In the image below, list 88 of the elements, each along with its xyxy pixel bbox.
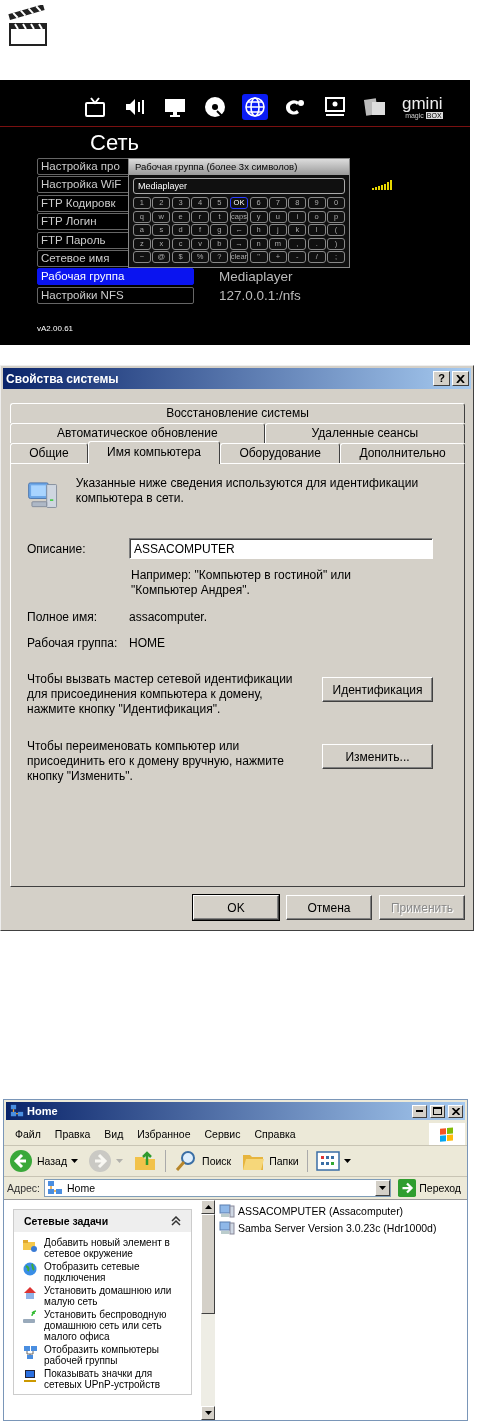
globe-icon[interactable] [242,94,268,120]
search-button[interactable]: Поиск [172,1149,234,1173]
house-icon [22,1285,38,1301]
computer-icon [219,1220,235,1236]
task-link[interactable]: Установить беспроводную домашнюю сеть или сеть малого офиса [44,1309,172,1342]
task-link[interactable]: Отобразить компьютеры рабочей группы [44,1344,172,1366]
network-icon [22,1344,38,1360]
file-name[interactable]: Samba Server Version 3.0.23c (Hdr1000d) [238,1222,437,1234]
minimize-button[interactable] [412,1104,427,1118]
network-icon [47,1180,63,1196]
instruction-text: Чтобы переименовать компьютер или присоединить его к домену вручную, нажмите кнопку "Изменить". [27,739,285,784]
menu-item[interactable]: Справка [247,1127,303,1140]
flag-icon [429,1122,465,1145]
version-label: vA2.00.61 [37,324,75,333]
screen-title: Сеть [90,129,140,157]
instruction-text: Чтобы вызвать мастер сетевой идентификации для присоединения компьютера к домену, нажмите кнопку "Идентификация". [27,672,294,717]
dialog-button[interactable]: OK [193,895,279,920]
field-value: assacomputer. [129,610,208,624]
menu-item[interactable]: Файл [8,1127,48,1140]
intro-text: Указанные ниже сведения используются для идентификации компьютера в сети. [75,476,420,506]
address-field[interactable]: Home [44,1179,392,1197]
setting-value: 127.0.0.1:/nfs [219,287,301,303]
monitor-icon [22,1368,38,1384]
panel-title: Сетевые задачи [24,1215,109,1227]
close-button[interactable] [452,371,469,386]
setting-value: Mediaplayer [219,269,293,285]
tab[interactable]: Удаленные сеансы [264,423,465,443]
arrow-icon [398,1179,417,1197]
globe-icon [22,1261,38,1277]
views-button[interactable] [313,1149,353,1173]
task-link[interactable]: Отобразить сетевые подключения [44,1261,172,1283]
field-value: HOME [129,636,165,650]
caret-up-icon [204,1205,212,1209]
window-title: Свойства системы [6,371,120,386]
close-icon [451,1107,460,1115]
computer-icon [219,1203,235,1219]
window-title: Home [27,1105,59,1117]
tab[interactable]: Восстановление системы [10,403,465,423]
minimize-icon [416,1110,423,1112]
caret-icon [204,1411,212,1415]
dropdown-button[interactable] [375,1180,391,1196]
action-button[interactable]: Идентификация [322,677,433,702]
scroll-thumb[interactable] [201,1214,215,1314]
task-link[interactable]: Установить домашнюю или малую сеть [44,1285,172,1307]
menu-item[interactable]: Правка [47,1127,98,1140]
close-button[interactable] [448,1104,463,1118]
network-folder-icon [22,1237,38,1253]
dialog-title: Рабочая группа (более 3х символов) [129,159,349,175]
menu-item[interactable]: Сервис [197,1127,248,1140]
hint-text: Например: "Компьютер в гостиной" или "Компьютер Андрея". [131,568,352,598]
maximize-icon [433,1107,442,1115]
description-field[interactable]: ASSACOMPUTER [129,538,433,559]
menu-item[interactable]: Избранное [130,1127,198,1140]
task-link[interactable]: Показывать значки для сетевых UPnP-устройств [44,1368,172,1390]
wireless-icon [22,1309,38,1325]
chevron-icon[interactable] [171,1216,181,1226]
tab[interactable]: Имя компьютера [87,441,221,464]
scroll-up-button[interactable] [201,1200,215,1214]
help-button[interactable]: ? [433,371,450,386]
menu-item[interactable]: Настройки NFS [37,286,194,304]
maximize-button[interactable] [430,1104,445,1118]
back-button[interactable]: Назад [7,1149,81,1173]
menu-item[interactable]: Рабочая группа [37,268,194,286]
scrollbar[interactable] [201,1200,215,1420]
text-field[interactable]: Mediaplayer [133,178,345,194]
action-button[interactable]: Изменить... [322,744,433,769]
tab[interactable]: Оборудование [220,443,341,463]
logo-text: gmini [402,95,443,112]
close-icon [456,374,465,383]
folder-up-icon [133,1149,158,1173]
go-button[interactable]: Переход [395,1179,464,1197]
network-icon [10,1104,24,1118]
task-link[interactable]: Добавить новый элемент в сетевое окружение [44,1237,172,1259]
caret-icon [379,1186,387,1190]
folders-button[interactable]: Папки [239,1149,301,1173]
signal-strength-icon [372,179,394,190]
address-label: Адрес: [7,1182,40,1194]
disc-icon[interactable] [202,94,228,120]
menu-item[interactable]: Вид [97,1127,131,1140]
tab[interactable]: Дополнительно [340,443,465,463]
dialog-button[interactable]: Отмена [286,895,372,920]
tab[interactable]: Общие [10,443,88,463]
field-label: Рабочая группа: [27,636,119,650]
field-label: Описание: [27,541,87,556]
field-label: Полное имя: [27,610,99,624]
views-icon [315,1149,340,1173]
file-name[interactable]: ASSACOMPUTER (Assacomputer) [238,1205,404,1217]
scroll-down-button[interactable] [201,1406,215,1420]
